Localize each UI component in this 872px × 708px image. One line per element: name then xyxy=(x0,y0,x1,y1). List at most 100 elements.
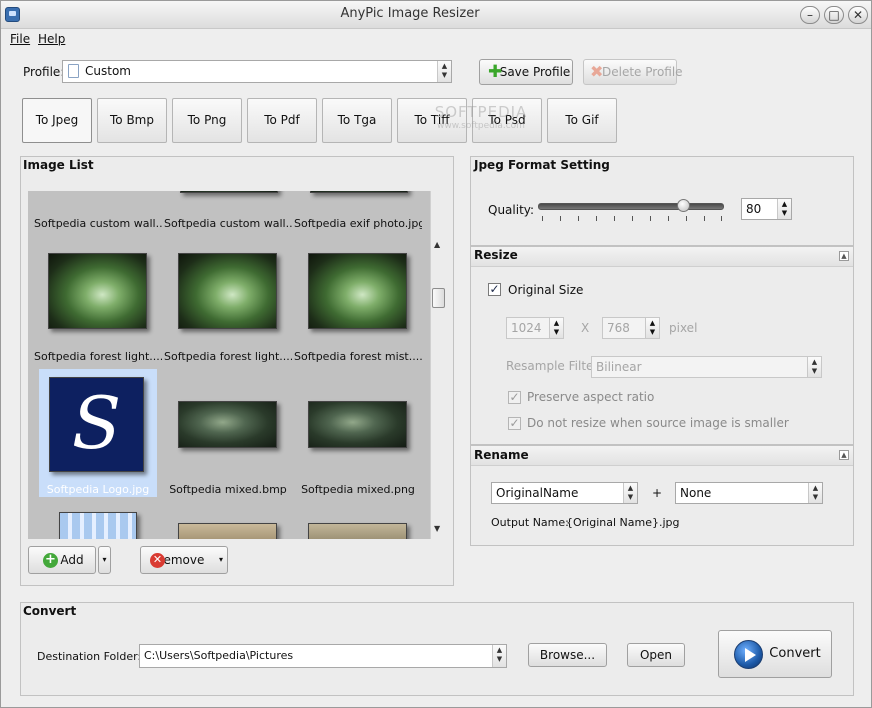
add-dropdown-button[interactable]: ▾ xyxy=(98,546,111,574)
thumbnail xyxy=(178,523,277,539)
spin-arrows-icon: ▲ ▼ xyxy=(808,483,822,503)
delete-x-icon: ✖ xyxy=(590,62,604,81)
width-spinner[interactable]: 1024 ▲ ▼ xyxy=(506,317,564,339)
collapse-icon[interactable]: ▲ xyxy=(839,450,849,460)
thumbnail[interactable] xyxy=(178,253,277,329)
thumbnail xyxy=(310,191,408,193)
dimension-x-label: X xyxy=(581,321,590,335)
delete-profile-label: Delete Profile xyxy=(602,65,683,79)
spin-arrows-icon: ▲ ▼ xyxy=(437,61,451,82)
tab-to-tga[interactable]: To Tga xyxy=(322,98,392,143)
slider-tick xyxy=(686,216,687,221)
slider-tick xyxy=(560,216,561,221)
rename-name-value: OriginalName xyxy=(496,486,579,500)
resample-filter-value: Bilinear xyxy=(596,360,642,374)
resample-filter-select[interactable]: Bilinear ▲ ▼ xyxy=(591,356,822,378)
save-profile-label: Save Profile xyxy=(499,65,571,79)
thumbnail-caption: Softpedia mixed.png xyxy=(301,483,415,496)
tab-to-pdf[interactable]: To Pdf xyxy=(247,98,317,143)
tab-to-gif[interactable]: To Gif xyxy=(547,98,617,143)
menu-file[interactable]: File xyxy=(10,32,30,46)
remove-button[interactable]: ✕ Remove ▾ xyxy=(140,546,228,574)
add-label: Add xyxy=(60,553,84,567)
thumbnail-caption: Softpedia forest light.... xyxy=(34,350,162,363)
menu-help[interactable]: Help xyxy=(38,32,65,46)
quality-spinner[interactable]: 80 ▲ ▼ xyxy=(741,198,792,220)
height-spinner[interactable]: 768 ▲ ▼ xyxy=(602,317,660,339)
spin-arrows-icon: ▲ ▼ xyxy=(807,357,821,377)
tab-to-png[interactable]: To Png xyxy=(172,98,242,143)
slider-tick xyxy=(650,216,651,221)
rename-name-select[interactable]: OriginalName ▲ ▼ xyxy=(491,482,638,504)
window-title: AnyPic Image Resizer xyxy=(340,6,480,21)
slider-tick xyxy=(632,216,633,221)
slider-tick xyxy=(578,216,579,221)
no-resize-smaller-checkbox[interactable]: ✓ xyxy=(508,417,521,430)
profile-select[interactable]: Custom ▲ ▼ xyxy=(62,60,452,83)
tab-to-bmp[interactable]: To Bmp xyxy=(97,98,167,143)
profile-label: Profile: xyxy=(23,65,65,79)
scrollbar-thumb[interactable] xyxy=(432,288,445,308)
profile-value: Custom xyxy=(85,64,131,78)
menu-bar: File Help xyxy=(1,30,871,50)
rename-suffix-value: None xyxy=(680,486,712,500)
slider-tick xyxy=(721,216,722,221)
thumbnail-caption: Softpedia custom wall... xyxy=(34,217,162,230)
thumbnail[interactable] xyxy=(308,401,407,448)
resize-header: ▲ xyxy=(471,247,853,267)
original-size-label: Original Size xyxy=(508,283,584,297)
remove-circle-icon: ✕ xyxy=(150,553,165,568)
output-name-label: Output Name: xyxy=(491,516,569,529)
save-profile-button[interactable]: ✚ Save Profile xyxy=(479,59,573,85)
collapse-icon[interactable]: ▲ xyxy=(839,251,849,261)
thumbnail-caption: Softpedia Logo.jpg xyxy=(46,483,150,496)
resize-title: Resize xyxy=(474,248,518,262)
browse-button[interactable]: Browse... xyxy=(528,643,607,667)
thumbnail xyxy=(308,523,407,539)
minimize-button[interactable]: – xyxy=(800,6,820,24)
rename-suffix-select[interactable]: None ▲ ▼ xyxy=(675,482,823,504)
quality-slider-track[interactable] xyxy=(538,203,724,210)
scroll-up-icon: ▲ xyxy=(434,240,441,249)
thumbnail[interactable] xyxy=(48,253,147,329)
spin-arrows-icon: ▲ ▼ xyxy=(492,645,506,667)
scroll-down-icon: ▼ xyxy=(434,524,441,533)
delete-profile-button[interactable]: ✖ Delete Profile xyxy=(583,59,683,85)
rename-title: Rename xyxy=(474,448,529,462)
slider-tick xyxy=(542,216,543,221)
thumbnail[interactable] xyxy=(308,253,407,329)
preserve-aspect-label: Preserve aspect ratio xyxy=(527,390,655,404)
jpeg-settings-title: Jpeg Format Setting xyxy=(474,158,610,172)
destination-folder-value: C:\Users\Softpedia\Pictures xyxy=(144,649,294,662)
quality-slider-thumb[interactable] xyxy=(677,199,690,212)
maximize-button[interactable]: □ xyxy=(824,6,844,24)
thumbnail[interactable] xyxy=(178,401,277,448)
image-list-scrollbar[interactable]: ▲ ▼ xyxy=(430,191,446,539)
watermark: SOFTPEDIA www.softpedia.com xyxy=(411,103,551,131)
spin-arrows-icon: ▲ ▼ xyxy=(777,199,791,219)
slider-tick xyxy=(596,216,597,221)
width-value: 1024 xyxy=(511,321,542,335)
title-bar[interactable]: AnyPic Image Resizer – □ ✕ xyxy=(1,1,871,29)
original-size-checkbox[interactable]: ✓ xyxy=(488,283,501,296)
height-value: 768 xyxy=(607,321,630,335)
output-name-value: {Original Name}.jpg xyxy=(566,516,680,529)
logo-thumbnail[interactable]: S xyxy=(49,377,144,472)
no-resize-smaller-label: Do not resize when source image is small… xyxy=(527,416,789,430)
thumbnail-caption: Softpedia forest mist.... xyxy=(294,350,422,363)
thumbnail-caption: Softpedia forest light.... xyxy=(164,350,292,363)
app-window: AnyPic Image Resizer – □ ✕ File Help Pro… xyxy=(0,0,872,708)
convert-title: Convert xyxy=(23,604,77,618)
destination-folder-select[interactable]: C:\Users\Softpedia\Pictures ▲ ▼ xyxy=(139,644,507,668)
preserve-aspect-checkbox[interactable]: ✓ xyxy=(508,391,521,404)
thumbnail-caption: Softpedia mixed.bmp xyxy=(169,483,287,496)
convert-button[interactable]: Convert xyxy=(718,630,832,678)
close-button[interactable]: ✕ xyxy=(848,6,868,24)
play-icon xyxy=(734,640,763,669)
add-button[interactable]: + Add xyxy=(28,546,96,574)
open-button[interactable]: Open xyxy=(627,643,685,667)
logo-letter: S xyxy=(71,381,122,465)
tab-to-jpeg[interactable]: To Jpeg xyxy=(22,98,92,143)
convert-label: Convert xyxy=(769,646,821,661)
image-list[interactable]: Softpedia custom wall... Softpedia custo… xyxy=(28,191,430,539)
